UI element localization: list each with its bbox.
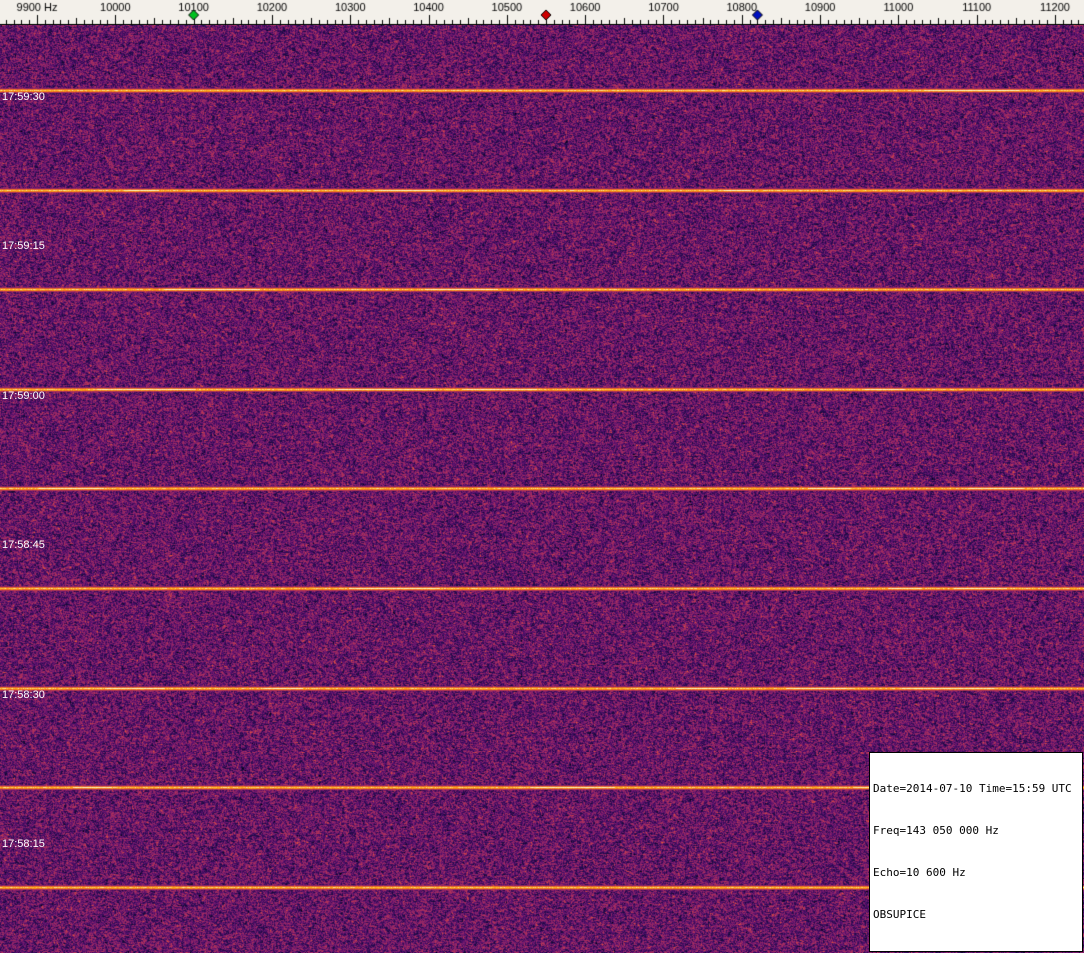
frequency-axis[interactable] xyxy=(0,0,1084,25)
time-label: 17:59:00 xyxy=(2,390,45,402)
time-label: 17:58:15 xyxy=(2,838,45,850)
time-label: 17:58:45 xyxy=(2,539,45,551)
info-freq-line: Freq=143 050 000 Hz xyxy=(873,824,999,837)
time-label: 17:59:15 xyxy=(2,240,45,252)
info-station-line: OBSUPICE xyxy=(873,908,926,921)
time-label: 17:58:30 xyxy=(2,689,45,701)
info-echo-line: Echo=10 600 Hz xyxy=(873,866,966,879)
info-date-line: Date=2014-07-10 Time=15:59 UTC xyxy=(873,782,1072,795)
spectrogram-window: 17:59:30 17:59:15 17:59:00 17:58:45 17:58:30… xyxy=(0,0,1084,953)
info-box: Date=2014-07-10 Time=15:59 UTC Freq=143 … xyxy=(869,752,1083,952)
time-label: 17:59:30 xyxy=(2,91,45,103)
